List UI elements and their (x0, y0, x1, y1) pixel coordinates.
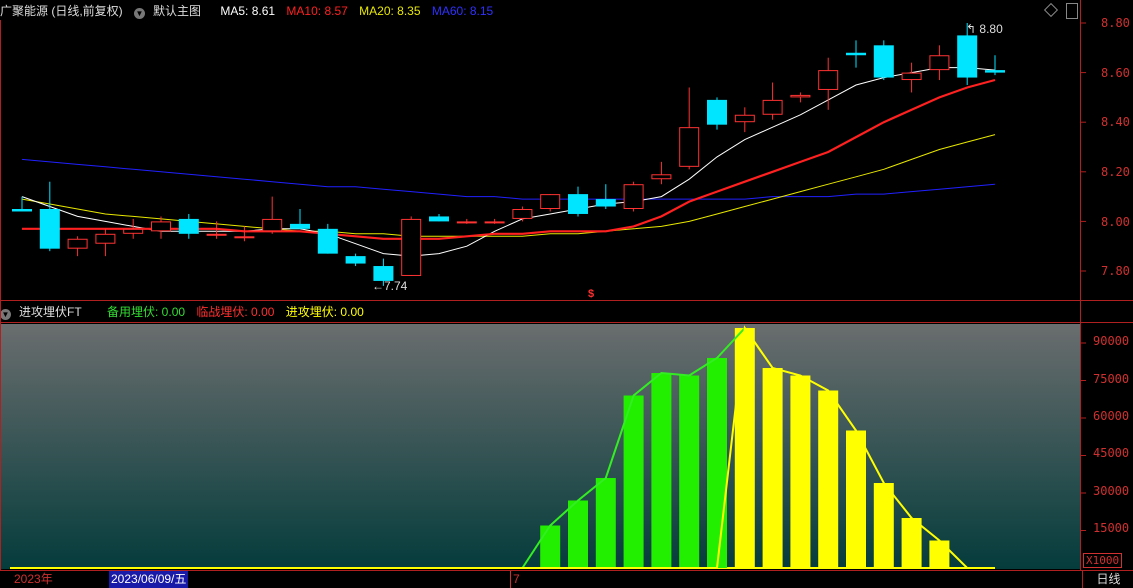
candle-body (679, 127, 700, 167)
indicator-bar (846, 430, 866, 568)
indicator-bar (540, 525, 561, 568)
high-price-value: 8.80 (979, 22, 1003, 36)
candle-body (484, 221, 505, 224)
indicator-bar (623, 395, 644, 568)
high-arrow-icon: ↰ (966, 22, 977, 36)
candle-body (95, 233, 116, 244)
candle-body (985, 70, 1005, 73)
indicator-bar (873, 483, 894, 568)
candle-body (151, 221, 171, 232)
indicator-bar (818, 390, 839, 568)
ma-line-ma20 (21, 134, 996, 237)
indicator-bar (679, 375, 700, 568)
candle-body (568, 194, 588, 214)
selected-date[interactable]: 2023/06/09/五 (109, 571, 189, 588)
low-price-label: ←7.74 (372, 279, 407, 293)
candle-body (234, 236, 255, 239)
low-arrow-icon: ← (372, 279, 384, 293)
period-label[interactable]: 日线 (1082, 571, 1133, 588)
year-label: 2023年 (14, 572, 53, 586)
candle-body (401, 218, 422, 276)
ma-line-ma10 (22, 78, 996, 240)
candle-body (623, 184, 644, 209)
low-price-value: 7.74 (384, 279, 408, 293)
candle-body (957, 35, 978, 78)
candle-body (345, 256, 366, 264)
candle-body (540, 194, 561, 209)
candle-body (67, 238, 88, 249)
high-price-label: ↰ 8.80 (966, 22, 1003, 36)
candle-body (317, 228, 338, 254)
ma-line-ma60 (21, 158, 996, 200)
candle-body (846, 52, 866, 56)
candle-body (429, 216, 449, 222)
candle-body (262, 218, 283, 232)
candle-body (734, 114, 755, 123)
indicator-bar (901, 518, 922, 568)
indicator-bar (707, 358, 727, 568)
dividend-marker[interactable]: $ (588, 288, 594, 300)
candle-body (512, 209, 533, 219)
candle-body (901, 72, 922, 81)
indicator-bar (651, 373, 672, 568)
candle-body (12, 209, 32, 212)
chart-canvas[interactable] (0, 0, 1133, 588)
candle-body (456, 221, 477, 224)
candle-body (818, 70, 839, 90)
candle-body (290, 223, 310, 229)
candle-body (39, 209, 60, 249)
candle-body (762, 99, 783, 115)
indicator-bar (734, 328, 755, 568)
candle-body (651, 174, 672, 180)
indicator-bar (568, 500, 588, 568)
indicator-bar (790, 375, 811, 568)
candle-body (123, 228, 144, 234)
indicator-bar (595, 478, 616, 568)
candle-body (873, 45, 894, 78)
date-bar: 2023年 2023/06/09/五 7 日线 (0, 571, 1133, 588)
candle-body (206, 233, 227, 236)
candle-body (595, 199, 616, 207)
candle-body (707, 99, 727, 125)
month-mark: 7 (510, 571, 520, 588)
candle-body (929, 55, 950, 71)
indicator-bar (762, 368, 783, 568)
indicator-bar (929, 540, 950, 568)
candle-body (790, 94, 811, 98)
candle-body (178, 218, 199, 234)
